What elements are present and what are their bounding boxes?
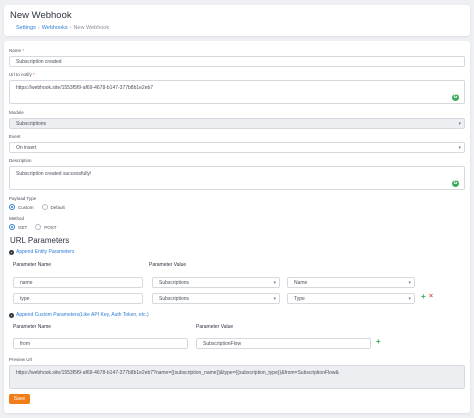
entity-param-name-input[interactable]: name [13,277,143,288]
add-row-icon[interactable]: + [421,293,426,301]
url-label: Url to notify * [9,72,35,77]
custom-param-value-input[interactable]: SubscriptionFlow [196,338,371,349]
page-title: New Webhook [10,10,72,21]
url-parameters-title: URL Parameters [10,236,70,245]
method-label: Method [9,216,25,221]
entity-module-select[interactable]: Subscriptions [152,277,280,288]
custom-param-value-header: Parameter Value [196,324,234,330]
page-header: New Webhook Settings › Webhooks › New Webhoo… [4,5,470,36]
entity-param-name-input[interactable]: type [13,293,143,304]
entity-param-value-header: Parameter Value [149,262,187,268]
breadcrumb: Settings › Webhooks › New Webhook [16,25,110,31]
description-label: Description [9,158,32,163]
payload-type-label: Payload Type [9,196,37,201]
grammar-check-icon[interactable]: G [452,94,459,101]
breadcrumb-settings[interactable]: Settings [16,25,36,31]
method-post-radio[interactable] [35,224,42,230]
payload-default-radio[interactable] [41,204,48,210]
url-input[interactable]: https://webhook.site/1553f5f9-af69-4678-… [9,80,465,104]
name-input[interactable]: Subscription created [9,56,465,67]
entity-field-select[interactable]: Type [287,293,415,304]
entity-param-name-header: Parameter Name [13,262,52,268]
method-group: GET POST [9,224,65,230]
custom-param-name-input[interactable]: from [13,338,188,349]
payload-type-group: Custom Default [9,204,73,210]
module-label: Module [9,110,24,115]
append-entity-parameters-link[interactable]: + Append Entity Parameters [9,249,74,255]
event-select[interactable]: On insert [9,142,465,153]
description-input[interactable]: Subscription created successfully! [9,166,465,190]
event-label: Event [9,134,21,139]
remove-row-icon[interactable]: × [429,293,433,301]
add-row-icon[interactable]: + [376,338,381,346]
preview-url-label: Preview Url [9,357,33,362]
entity-field-select[interactable]: Name [287,277,415,288]
custom-param-name-header: Parameter Name [13,324,52,330]
append-custom-parameters-link[interactable]: + Append Custom Parameters(Like API Key, … [9,312,149,318]
breadcrumb-webhooks[interactable]: Webhooks [42,25,68,31]
method-get-radio[interactable] [9,224,15,230]
payload-custom-radio[interactable] [9,204,15,210]
grammar-check-icon[interactable]: G [452,180,459,187]
breadcrumb-current: New Webhook [73,25,110,31]
plus-circle-icon: + [9,249,14,255]
entity-module-select[interactable]: Subscriptions [152,293,280,304]
plus-circle-icon: + [9,312,14,318]
module-select[interactable]: Subscriptions [9,118,465,129]
save-button[interactable]: Save [9,394,30,404]
preview-url-field: https://webhook.site/1553f5f9-af69-4678-… [9,365,465,389]
name-label: Name * [9,48,25,53]
